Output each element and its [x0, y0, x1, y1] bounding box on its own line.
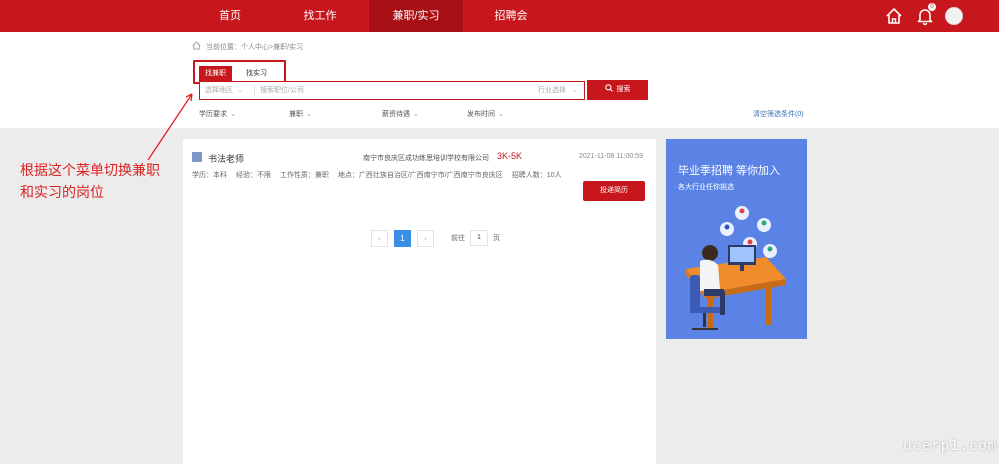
job-list: 书法老师 南宁市良庆区成功练思培训学校有限公司 3K-5K 2021-11-08… — [183, 139, 656, 464]
job-headcount: 招聘人数：10人 — [511, 172, 562, 179]
job-location: 地点：广西壮族自治区/广西南宁市/广西南宁市良庆区 — [337, 172, 503, 179]
chevron-down-icon: ⌄ — [571, 87, 578, 94]
filter-label: 兼职 — [289, 111, 303, 118]
clear-filters-link[interactable]: 清空筛选条件(0) — [753, 109, 804, 119]
annotation-text: 根据这个菜单切换兼职和实习的岗位 — [20, 163, 160, 201]
job-title[interactable]: 书法老师 — [208, 152, 244, 165]
filter-job-type[interactable]: 兼职 ⌄ — [289, 109, 312, 119]
search-button-label: 搜索 — [616, 86, 631, 93]
area-select-label: 选择地区 — [205, 87, 233, 94]
salary: 3K-5K — [497, 151, 523, 161]
job-doc-icon — [192, 152, 202, 162]
filter-education[interactable]: 学历要求 ⌄ — [199, 109, 236, 119]
area-select[interactable]: 选择地区 ⌄ — [205, 82, 243, 99]
filter-label: 学历要求 — [199, 111, 227, 118]
nav-item-job-fair[interactable]: 招聘会 — [476, 0, 546, 32]
next-page-button[interactable]: › — [417, 230, 434, 247]
filter-publish-time[interactable]: 发布时间 ⌄ — [467, 109, 504, 119]
search-panel: 当前位置：个人中心>兼职/实习 找兼职 找实习 选择地区 ⌄ 行业选择 ⌄ 搜索… — [0, 32, 999, 128]
nav-item-find-job[interactable]: 找工作 — [284, 0, 356, 32]
search-icon — [604, 84, 613, 92]
ad-subtitle: 各大行业任你挑选 — [678, 184, 734, 191]
goto-prefix: 前往 — [451, 235, 465, 242]
chevron-down-icon: ⌄ — [498, 111, 504, 118]
notification-badge: 0 — [928, 3, 936, 11]
industry-select[interactable]: 行业选择 ⌄ — [538, 82, 578, 99]
search-button[interactable]: 搜索 — [587, 80, 648, 100]
chevron-down-icon: ⌄ — [306, 111, 312, 118]
publish-time: 2021-11-08 11:00:59 — [579, 153, 643, 160]
company-name[interactable]: 南宁市良庆区成功练思培训学校有限公司 — [363, 153, 489, 163]
filter-salary[interactable]: 薪资待遇 ⌄ — [382, 109, 419, 119]
top-nav-bar: 首页 找工作 兼职/实习 招聘会 0 — [0, 0, 999, 32]
ad-title: 毕业季招聘 等你加入 — [678, 165, 781, 177]
nav-item-home[interactable]: 首页 — [196, 0, 264, 32]
tab-find-internship[interactable]: 找实习 — [240, 66, 273, 81]
page-button-current[interactable]: 1 — [394, 230, 411, 247]
breadcrumb: 当前位置：个人中心>兼职/实习 — [206, 44, 304, 51]
chevron-down-icon: ⌄ — [236, 87, 243, 94]
goto-suffix: 页 — [493, 235, 500, 242]
breadcrumb-home-icon — [192, 41, 201, 50]
filter-label: 薪资待遇 — [382, 111, 410, 118]
search-bar: 选择地区 ⌄ 行业选择 ⌄ — [199, 81, 585, 100]
filter-label: 发布时间 — [467, 111, 495, 118]
notification-bell[interactable]: 0 — [915, 3, 936, 26]
search-input[interactable] — [260, 82, 530, 99]
goto-page-input[interactable]: 1 — [470, 230, 488, 246]
job-nature: 工作性质：兼职 — [279, 172, 329, 179]
nav-item-parttime-internship[interactable]: 兼职/实习 — [369, 0, 463, 32]
chevron-down-icon: ⌄ — [230, 111, 236, 118]
job-education: 学历：本科 — [192, 172, 227, 179]
watermark: ucerp1.com — [903, 438, 998, 454]
prev-page-button[interactable]: ‹ — [371, 230, 388, 247]
job-experience: 经验：不限 — [235, 172, 271, 179]
ad-illustration — [686, 206, 786, 330]
chevron-down-icon: ⌄ — [413, 111, 419, 118]
search-divider — [254, 86, 255, 95]
recruitment-ad-banner[interactable]: 毕业季招聘 等你加入 各大行业任你挑选 — [666, 139, 807, 339]
industry-select-label: 行业选择 — [538, 87, 566, 94]
home-icon[interactable] — [884, 6, 904, 26]
tab-find-parttime[interactable]: 找兼职 — [199, 66, 232, 81]
apply-resume-button[interactable]: 投递简历 — [583, 181, 645, 201]
user-avatar[interactable] — [945, 7, 963, 25]
job-meta: 学历：本科 经验：不限 工作性质：兼职 地点：广西壮族自治区/广西南宁市/广西南… — [192, 170, 569, 180]
